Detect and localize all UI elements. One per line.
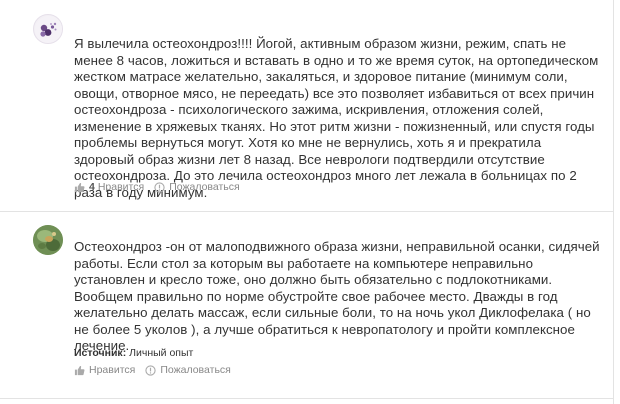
- complain-icon: [145, 364, 156, 376]
- answer-actions: Нравится Пожаловаться: [74, 364, 241, 376]
- answers-panel: Я вылечила остеохондроз!!!! Йогой, актив…: [0, 0, 614, 404]
- answer-divider: [0, 211, 614, 212]
- answer-actions: 4 Нравится Пожаловаться: [74, 181, 250, 193]
- complain-icon: [154, 181, 165, 193]
- answer-text: Я вылечила остеохондроз!!!! Йогой, актив…: [74, 36, 599, 200]
- complain-button[interactable]: Пожаловаться: [145, 364, 231, 376]
- like-button[interactable]: Нравится: [74, 364, 135, 376]
- like-label: Нравится: [97, 181, 145, 193]
- answer-text: Остеохондроз -он от малоподвижного образ…: [74, 239, 600, 353]
- complain-button[interactable]: Пожаловаться: [154, 181, 240, 193]
- like-label: Нравится: [89, 364, 136, 376]
- source-value: Личный опыт: [129, 347, 194, 359]
- like-button[interactable]: 4 Нравится: [74, 181, 144, 193]
- thumbs-up-icon: [74, 182, 85, 192]
- answer-source: Источник: Личный опыт: [74, 347, 193, 359]
- answer-divider: [0, 398, 614, 399]
- complain-label: Пожаловаться: [169, 181, 240, 193]
- user-avatar[interactable]: [33, 225, 63, 255]
- flower-avatar-icon: [35, 16, 62, 43]
- like-count: 4: [89, 181, 95, 193]
- thumbs-up-icon: [74, 365, 85, 375]
- source-label: Источник:: [74, 347, 127, 359]
- photo-avatar-icon: [33, 225, 63, 255]
- complain-label: Пожаловаться: [160, 364, 231, 376]
- user-avatar[interactable]: [33, 14, 63, 44]
